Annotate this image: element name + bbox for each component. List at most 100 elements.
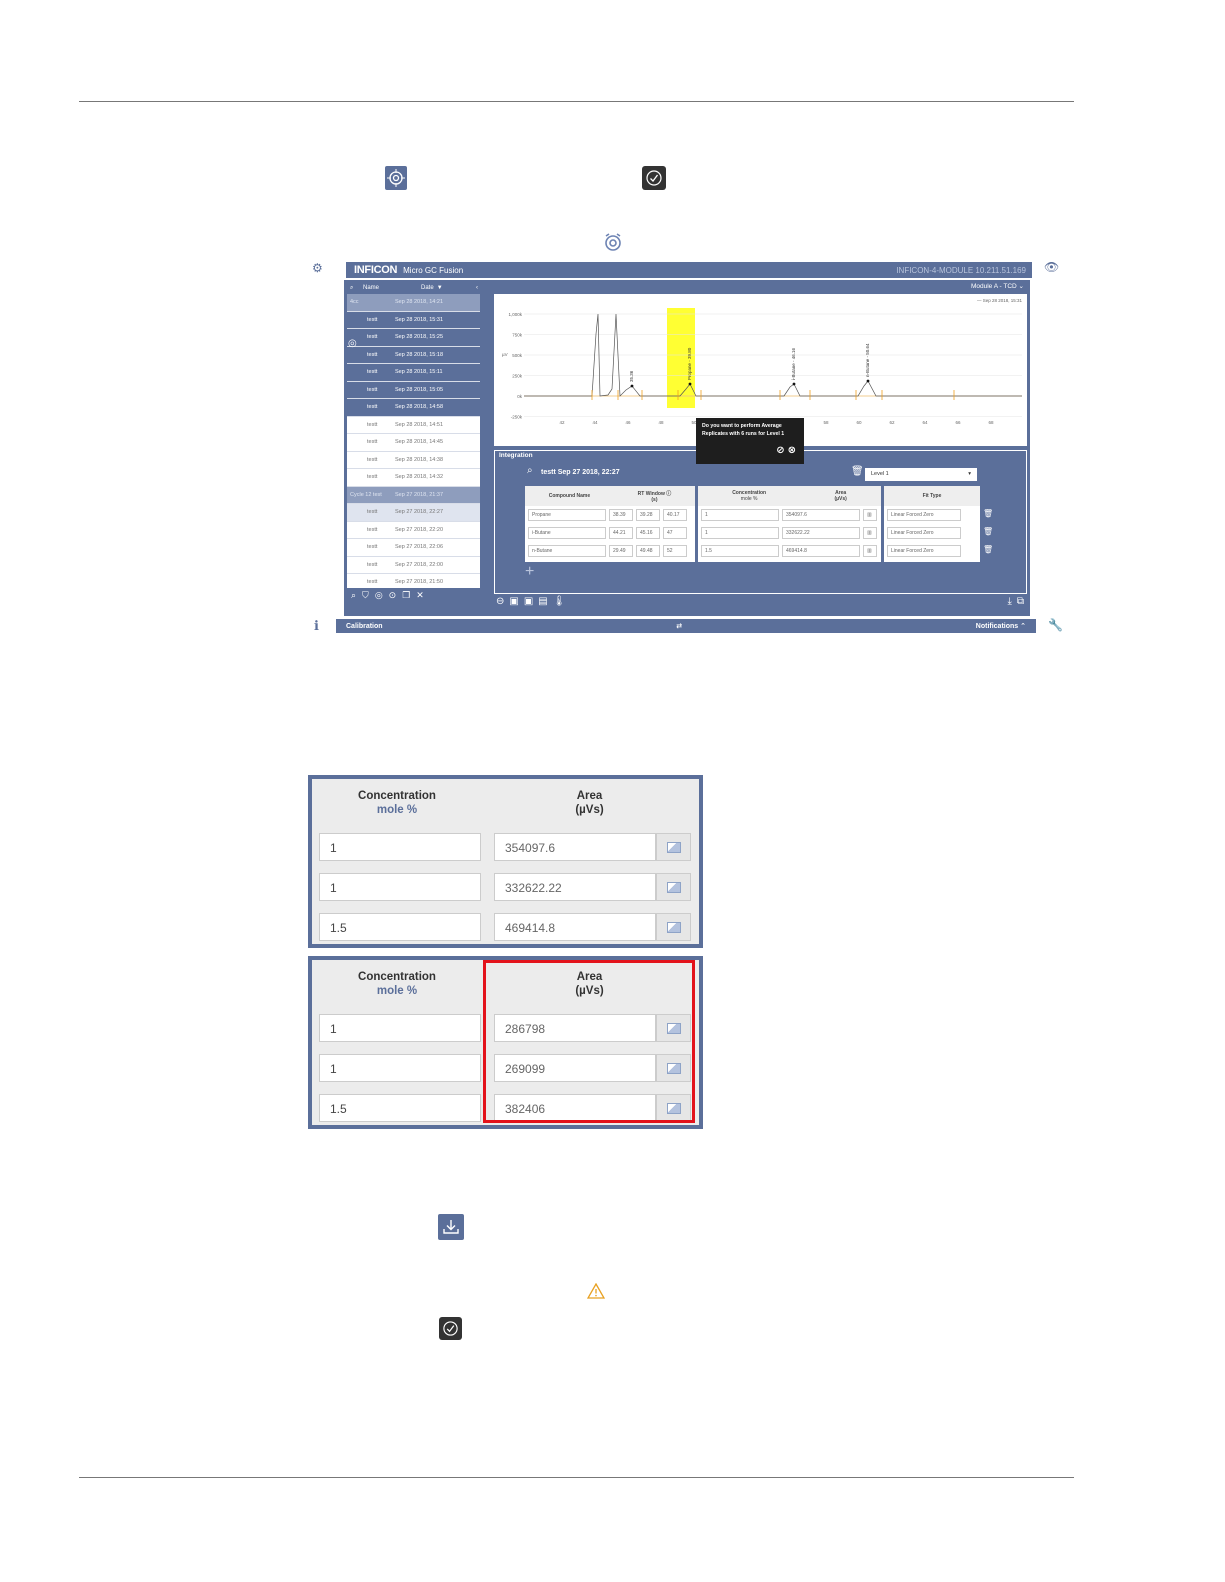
- area-field[interactable]: 332622.22: [782, 527, 860, 539]
- wrench-icon[interactable]: 🔧: [1048, 618, 1063, 632]
- concentration-field[interactable]: 1: [701, 509, 779, 521]
- run-row[interactable]: testt Sep 28 2018, 14:51: [347, 416, 480, 434]
- collapse-chevron-icon[interactable]: ‹: [476, 285, 480, 291]
- external-link-icon[interactable]: ⧉: [1017, 596, 1024, 607]
- run-row[interactable]: testt Sep 28 2018, 15:18: [347, 346, 480, 364]
- area-field[interactable]: 469414.8: [494, 913, 656, 941]
- rt-window-field[interactable]: 45.16: [636, 527, 660, 539]
- module-selector[interactable]: Module A - TCD ⌄: [971, 282, 1024, 290]
- swap-icon[interactable]: ⇄: [676, 622, 682, 630]
- area-chart-button[interactable]: ▥: [863, 527, 877, 539]
- search-icon[interactable]: ⌕: [527, 465, 533, 476]
- area-chart-button[interactable]: ▥: [863, 545, 877, 557]
- date-column-header[interactable]: Date: [421, 285, 434, 291]
- fit-type-select[interactable]: Linear Forced Zero: [887, 509, 961, 521]
- concentration-field[interactable]: 1: [319, 833, 481, 861]
- run-row[interactable]: testt Sep 27 2018, 21:50: [347, 574, 480, 588]
- area-chart-button[interactable]: ▥: [863, 509, 877, 521]
- chart-view-icon[interactable]: ▣: [509, 596, 518, 607]
- rt-window-field[interactable]: 52: [663, 545, 687, 557]
- notifications-toggle[interactable]: Notifications ⌃: [976, 622, 1026, 630]
- rt-window-field[interactable]: 29.49: [609, 545, 633, 557]
- info-icon[interactable]: ℹ: [314, 618, 319, 634]
- run-row[interactable]: testt Sep 28 2018, 14:45: [347, 434, 480, 452]
- main-frame: ⌕ Name Date ▼ ‹ 4cc Sep 28 2018, 14:21 tes…: [344, 280, 1030, 616]
- download-icon[interactable]: ⤓: [1007, 596, 1011, 607]
- fit-curve-icon[interactable]: ⟋: [965, 527, 971, 538]
- calibration-label[interactable]: Calibration: [346, 623, 383, 630]
- rt-window-field[interactable]: 38.39: [609, 509, 633, 521]
- fit-curve-icon[interactable]: ⟋: [965, 545, 971, 556]
- name-column-header[interactable]: Name: [359, 285, 421, 291]
- zoom-out-icon[interactable]: ⊖: [496, 596, 504, 607]
- settings-gears-icon[interactable]: ⚙: [312, 261, 323, 275]
- run-row[interactable]: testt Sep 27 2018, 22:27: [347, 504, 480, 522]
- peak-apex-marker: [630, 384, 634, 388]
- eye-icon[interactable]: 👁: [1044, 260, 1059, 274]
- target-select-icon[interactable]: ◎: [348, 338, 357, 349]
- compound-name-field[interactable]: n-Butane: [528, 545, 606, 557]
- delete-icon[interactable]: 🗑: [983, 509, 993, 518]
- close-icon[interactable]: ✕: [416, 590, 424, 601]
- run-group-row[interactable]: Cycle 12 test Sep 27 2018, 21:37: [347, 486, 480, 504]
- integration-view-icon[interactable]: ▣: [524, 596, 533, 607]
- run-row[interactable]: testt Sep 28 2018, 14:38: [347, 451, 480, 469]
- run-row[interactable]: testt Sep 27 2018, 22:00: [347, 556, 480, 574]
- sort-down-icon[interactable]: ▼: [437, 285, 443, 291]
- concentration-field[interactable]: 1: [319, 1014, 481, 1042]
- fit-curve-icon[interactable]: ⟋: [965, 509, 971, 520]
- temperature-icon[interactable]: 🌡: [553, 596, 566, 607]
- confirm-check-icon: [439, 1317, 462, 1340]
- concentration-field[interactable]: 1.5: [319, 1094, 481, 1122]
- run-row[interactable]: testt Sep 28 2018, 15:05: [347, 381, 480, 399]
- compound-name-field[interactable]: i-Butane: [528, 527, 606, 539]
- filter-icon[interactable]: ⛉: [362, 590, 369, 601]
- add-compound-icon[interactable]: +: [525, 563, 534, 581]
- rt-window-field[interactable]: 44.21: [609, 527, 633, 539]
- area-chart-button[interactable]: [656, 873, 691, 901]
- area-view-icon[interactable]: ▤: [538, 596, 547, 607]
- fit-type-select[interactable]: Linear Forced Zero: [887, 545, 961, 557]
- run-group-row[interactable]: 4cc Sep 28 2018, 14:21: [347, 294, 480, 312]
- peak-apex-marker: [792, 382, 796, 386]
- x-tick-label: 64: [922, 420, 928, 425]
- compound-name-field[interactable]: Propane: [528, 509, 606, 521]
- search-icon[interactable]: ⌕: [351, 590, 356, 601]
- concentration-field[interactable]: 1.5: [701, 545, 779, 557]
- run-name: testt: [367, 351, 378, 358]
- popup-confirm-icon[interactable]: ⊘: [776, 443, 784, 458]
- area-field[interactable]: 469414.8: [782, 545, 860, 557]
- rt-window-field[interactable]: 47: [663, 527, 687, 539]
- area-field[interactable]: 354097.6: [494, 833, 656, 861]
- badge-icon[interactable]: ⊙: [389, 590, 397, 601]
- concentration-field[interactable]: 1: [701, 527, 779, 539]
- run-row[interactable]: testt Sep 27 2018, 22:06: [347, 539, 480, 557]
- concentration-field[interactable]: 1: [319, 1054, 481, 1082]
- run-row[interactable]: testt Sep 27 2018, 22:20: [347, 521, 480, 539]
- compound-table: Compound Name RT Window ⓘ (s) Propane 38.3…: [525, 486, 695, 562]
- search-icon[interactable]: ⌕: [347, 285, 359, 292]
- area-field[interactable]: 354097.6: [782, 509, 860, 521]
- delete-icon[interactable]: 🗑: [983, 527, 993, 536]
- popup-cancel-icon[interactable]: ⊗: [788, 443, 796, 458]
- run-row[interactable]: testt Sep 28 2018, 15:25: [347, 329, 480, 347]
- fit-type-select[interactable]: Linear Forced Zero: [887, 527, 961, 539]
- run-row[interactable]: testt Sep 28 2018, 14:32: [347, 469, 480, 487]
- run-row[interactable]: testt Sep 28 2018, 15:31: [347, 311, 480, 329]
- delete-icon[interactable]: 🗑: [983, 545, 993, 554]
- concentration-field[interactable]: 1.5: [319, 913, 481, 941]
- target-icon[interactable]: ◎: [375, 590, 383, 601]
- rt-window-field[interactable]: 49.48: [636, 545, 660, 557]
- area-unit: (µVs): [575, 804, 604, 816]
- run-row[interactable]: testt Sep 28 2018, 15:11: [347, 364, 480, 382]
- rt-window-field[interactable]: 39.28: [636, 509, 660, 521]
- area-chart-button[interactable]: [656, 913, 691, 941]
- level-select[interactable]: Level 1 ▾: [865, 468, 977, 481]
- concentration-field[interactable]: 1: [319, 873, 481, 901]
- delete-icon[interactable]: 🗑: [851, 466, 864, 477]
- rt-window-field[interactable]: 40.17: [663, 509, 687, 521]
- run-row[interactable]: testt Sep 28 2018, 14:58: [347, 399, 480, 417]
- area-chart-button[interactable]: [656, 833, 691, 861]
- copy-icon[interactable]: ❐: [402, 590, 410, 601]
- area-field[interactable]: 332622.22: [494, 873, 656, 901]
